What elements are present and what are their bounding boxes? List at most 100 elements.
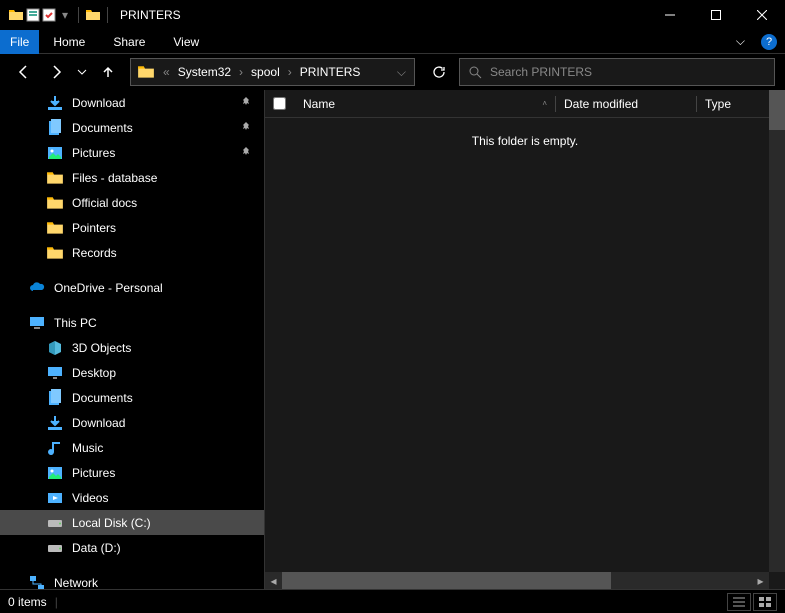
- videos-icon: [46, 489, 64, 507]
- sidebar-item-label: Desktop: [72, 366, 116, 380]
- qat-properties-icon[interactable]: [26, 8, 40, 22]
- pin-icon: [240, 147, 252, 159]
- sidebar-item-label: Videos: [72, 491, 108, 505]
- chevron-right-icon[interactable]: ›: [237, 65, 245, 79]
- qat-dropdown-icon[interactable]: ▾: [58, 8, 72, 22]
- crumb-overflow-icon[interactable]: «: [161, 65, 172, 79]
- qat-new-folder-icon[interactable]: [42, 8, 56, 22]
- folder-icon: [46, 219, 64, 237]
- column-name[interactable]: Name˄: [295, 90, 555, 117]
- refresh-button[interactable]: [423, 58, 455, 86]
- close-button[interactable]: [739, 0, 785, 30]
- chevron-right-icon[interactable]: ›: [286, 65, 294, 79]
- folder-icon: [8, 7, 24, 23]
- up-button[interactable]: [94, 58, 122, 86]
- pictures-icon: [46, 464, 64, 482]
- forward-button[interactable]: [42, 58, 70, 86]
- sidebar-item-pointers[interactable]: Pointers: [0, 215, 264, 240]
- empty-folder-message: This folder is empty.: [265, 118, 785, 148]
- column-headers: Name˄ Date modified Type: [265, 90, 785, 118]
- thispc-icon: [28, 314, 46, 332]
- sidebar-item-label: Data (D:): [72, 541, 121, 555]
- thumbnails-view-button[interactable]: [753, 593, 777, 611]
- help-button[interactable]: ?: [761, 34, 777, 50]
- sidebar-item-label: OneDrive - Personal: [54, 281, 163, 295]
- folder-icon: [137, 63, 155, 81]
- navigation-pane[interactable]: Download Documents Pictures Files - databas…: [0, 90, 265, 589]
- search-icon: [468, 65, 482, 79]
- sidebar-item-desktop[interactable]: Desktop: [0, 360, 264, 385]
- desktop-icon: [46, 364, 64, 382]
- sidebar-item-label: Files - database: [72, 171, 157, 185]
- sidebar-item-documents[interactable]: Documents: [0, 385, 264, 410]
- horizontal-scrollbar[interactable]: ◂ ▸: [265, 572, 769, 589]
- address-dropdown-icon[interactable]: ⌵: [389, 65, 414, 80]
- folder-icon: [46, 169, 64, 187]
- disk-icon: [46, 514, 64, 532]
- sidebar-item-records[interactable]: Records: [0, 240, 264, 265]
- sidebar-item-files-database[interactable]: Files - database: [0, 165, 264, 190]
- sidebar-item-download[interactable]: Download: [0, 90, 264, 115]
- download-icon: [46, 94, 64, 112]
- tab-share[interactable]: Share: [99, 30, 159, 54]
- sidebar-item-label: Local Disk (C:): [72, 516, 151, 530]
- scrollbar-thumb[interactable]: [769, 90, 785, 130]
- sidebar-item-label: Pictures: [72, 146, 115, 160]
- documents-icon: [46, 389, 64, 407]
- sidebar-item-local-disk-c-[interactable]: Local Disk (C:): [0, 510, 264, 535]
- address-bar[interactable]: « System32 › spool › PRINTERS ⌵: [130, 58, 415, 86]
- maximize-button[interactable]: [693, 0, 739, 30]
- sidebar-item-3d-objects[interactable]: 3D Objects: [0, 335, 264, 360]
- sidebar-item-onedrive-personal[interactable]: OneDrive - Personal: [0, 275, 264, 300]
- tab-home[interactable]: Home: [39, 30, 99, 54]
- music-icon: [46, 439, 64, 457]
- details-view-button[interactable]: [727, 593, 751, 611]
- sidebar-item-label: Download: [72, 416, 125, 430]
- vertical-scrollbar[interactable]: [769, 90, 785, 572]
- item-count: 0 items: [8, 595, 47, 609]
- search-input[interactable]: Search PRINTERS: [459, 58, 775, 86]
- tab-view[interactable]: View: [159, 30, 213, 54]
- scrollbar-thumb[interactable]: [282, 572, 611, 589]
- sidebar-item-official-docs[interactable]: Official docs: [0, 190, 264, 215]
- sidebar-item-pictures[interactable]: Pictures: [0, 140, 264, 165]
- select-all-checkbox[interactable]: [273, 97, 286, 110]
- sidebar-item-label: Records: [72, 246, 117, 260]
- pin-icon: [240, 97, 252, 109]
- ribbon-collapse-icon[interactable]: ⌵: [728, 34, 753, 49]
- sidebar-item-videos[interactable]: Videos: [0, 485, 264, 510]
- search-placeholder: Search PRINTERS: [490, 65, 592, 79]
- breadcrumb[interactable]: spool: [245, 59, 286, 85]
- sidebar-item-label: Network: [54, 576, 98, 590]
- recent-dropdown-icon[interactable]: [74, 58, 90, 86]
- sidebar-item-label: 3D Objects: [72, 341, 131, 355]
- sidebar-item-download[interactable]: Download: [0, 410, 264, 435]
- disk-icon: [46, 539, 64, 557]
- sidebar-item-label: Download: [72, 96, 125, 110]
- sidebar-item-label: Pictures: [72, 466, 115, 480]
- breadcrumb[interactable]: PRINTERS: [294, 59, 367, 85]
- content-pane: Name˄ Date modified Type This folder is …: [265, 90, 785, 589]
- sidebar-item-network[interactable]: Network: [0, 570, 264, 589]
- folder-icon: [46, 244, 64, 262]
- ribbon: File Home Share View ⌵ ?: [0, 30, 785, 54]
- window-title: PRINTERS: [112, 8, 181, 22]
- scroll-left-icon[interactable]: ◂: [265, 572, 282, 589]
- sidebar-item-documents[interactable]: Documents: [0, 115, 264, 140]
- minimize-button[interactable]: [647, 0, 693, 30]
- sidebar-item-pictures[interactable]: Pictures: [0, 460, 264, 485]
- sidebar-item-label: Music: [72, 441, 103, 455]
- tab-file[interactable]: File: [0, 30, 39, 54]
- sidebar-item-this-pc[interactable]: This PC: [0, 310, 264, 335]
- folder-icon: [46, 194, 64, 212]
- sidebar-item-data-d-[interactable]: Data (D:): [0, 535, 264, 560]
- download-icon: [46, 414, 64, 432]
- breadcrumb[interactable]: System32: [172, 59, 237, 85]
- folder-icon: [85, 7, 101, 23]
- column-date[interactable]: Date modified: [556, 90, 696, 117]
- network-icon: [28, 574, 46, 590]
- scroll-right-icon[interactable]: ▸: [752, 572, 769, 589]
- sidebar-item-music[interactable]: Music: [0, 435, 264, 460]
- back-button[interactable]: [10, 58, 38, 86]
- sort-arrow-icon: ˄: [542, 99, 547, 108]
